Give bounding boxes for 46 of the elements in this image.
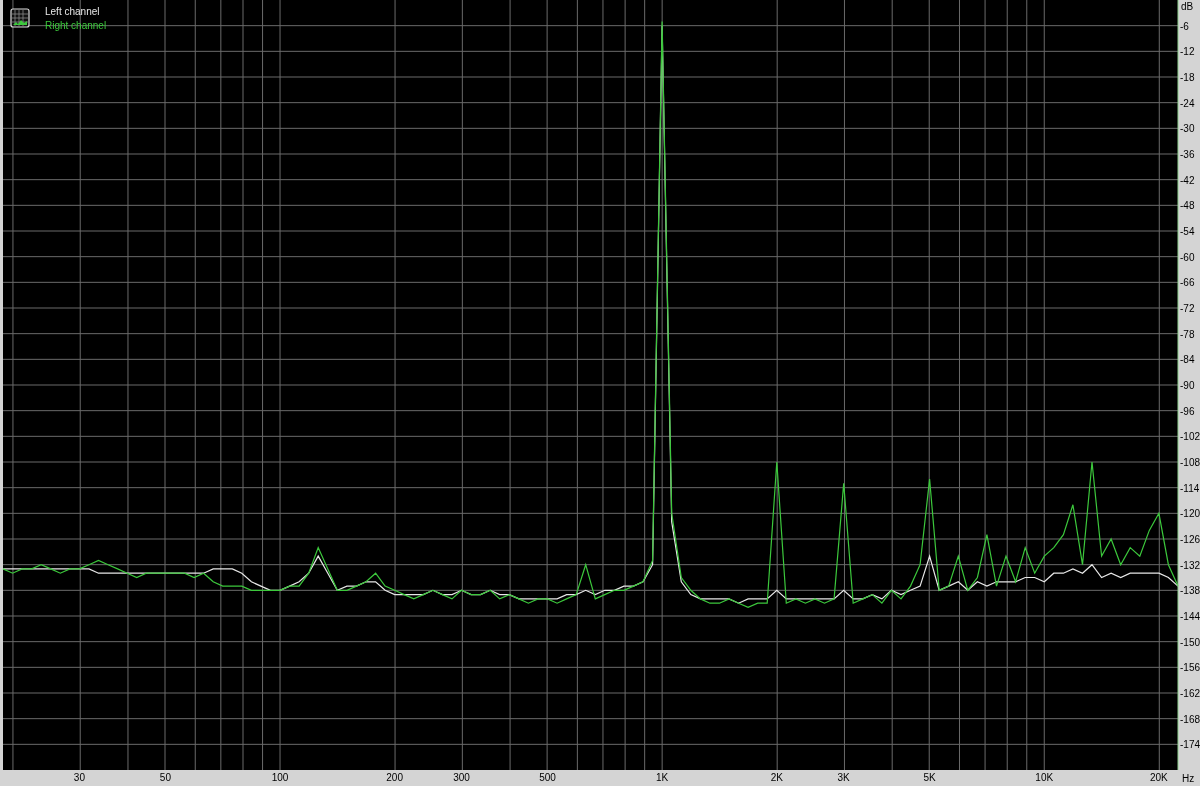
x-tick-label: 100 [271,772,289,783]
y-tick-label: -144 [1180,611,1200,622]
y-tick-label: -42 [1180,174,1195,186]
y-tick-label: -54 [1180,226,1195,237]
x-tick-label: 3K [837,772,850,783]
legend-label: Right channel [45,20,107,31]
x-tick-label: 20K [1150,772,1168,783]
y-tick-label: -162 [1180,688,1200,699]
y-tick-label: -168 [1180,713,1200,725]
x-tick-label: 5K [923,772,936,783]
y-tick-label: -108 [1180,457,1200,468]
x-tick-label: 30 [73,772,85,783]
y-tick-label: -72 [1180,303,1195,314]
y-tick-label: -126 [1180,534,1200,545]
x-tick-label: 1K [656,772,669,783]
chart-icon [10,8,30,28]
y-tick-label: -24 [1180,97,1195,109]
y-tick-label: -132 [1180,559,1200,571]
y-tick-label: -102 [1180,431,1200,443]
y-tick-label: -120 [1180,508,1200,520]
y-tick-label: -138 [1180,585,1200,597]
y-tick-label: -18 [1180,72,1195,83]
y-tick-label: -30 [1180,123,1195,135]
x-tick-label: 500 [539,772,556,783]
y-tick-label: -114 [1180,482,1200,494]
y-tick-label: -174 [1180,739,1200,751]
y-tick-label: -78 [1180,328,1195,340]
y-tick-label: -96 [1180,405,1195,417]
y-tick-label: -36 [1180,149,1195,160]
legend-label: Left channel [45,6,100,17]
y-tick-label: -60 [1180,251,1195,263]
x-tick-label: 50 [159,772,171,783]
y-tick-label: -150 [1180,636,1200,648]
x-tick-label: 2K [770,772,783,783]
y-axis-unit: dB [1181,1,1194,12]
x-tick-label: 200 [386,772,403,783]
x-axis-unit: Hz [1182,773,1195,784]
y-tick-label: -84 [1180,354,1195,366]
y-tick-label: -156 [1180,662,1200,674]
y-tick-label: -6 [1180,20,1189,32]
y-tick-label: -66 [1180,277,1195,289]
x-tick-label: 300 [453,772,470,783]
x-tick-label: 10K [1035,772,1054,783]
y-tick-label: -90 [1180,380,1195,391]
y-tick-label: -12 [1180,46,1195,58]
y-tick-label: -48 [1180,200,1195,212]
